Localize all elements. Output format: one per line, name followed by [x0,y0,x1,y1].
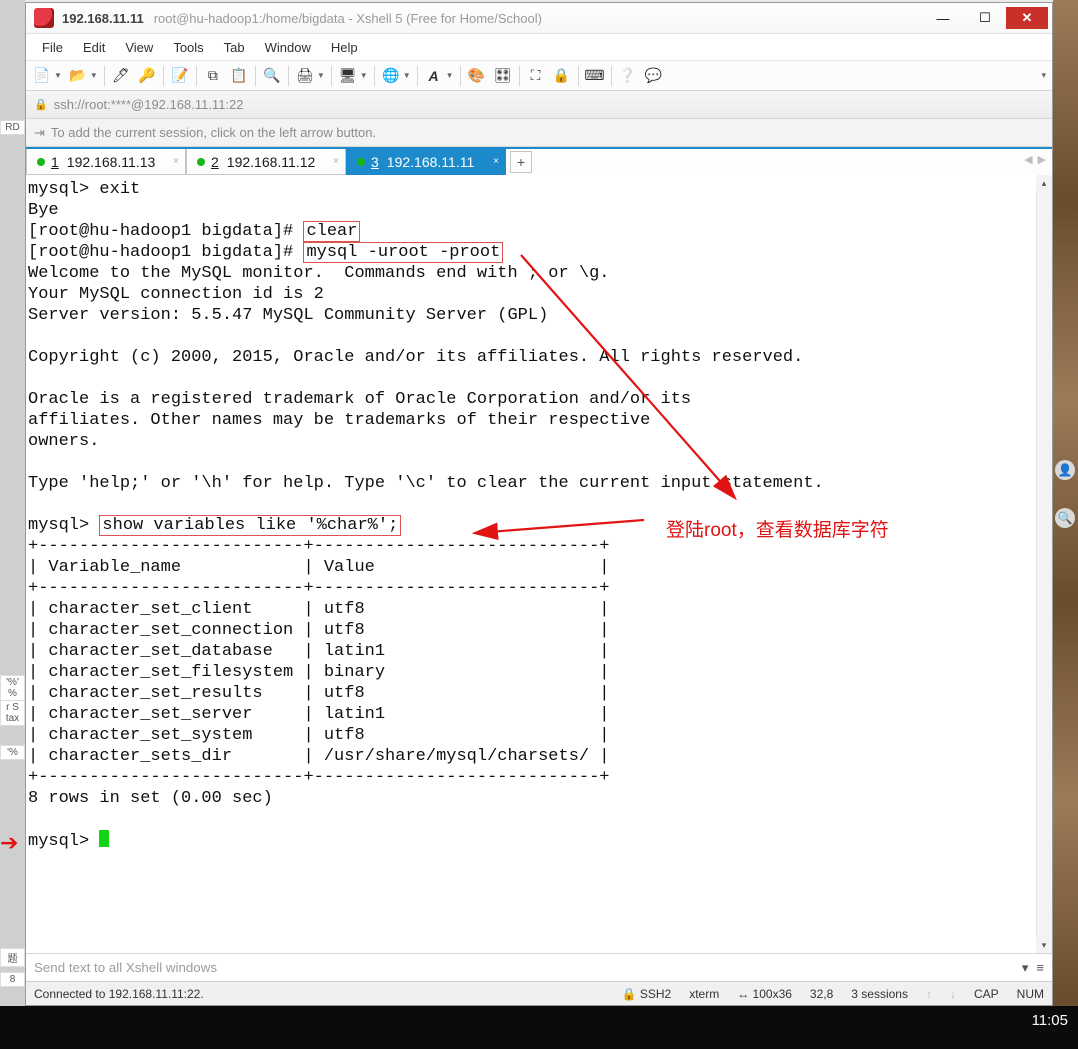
fullscreen-icon[interactable]: ⛶ [526,66,546,86]
hint-text: To add the current session, click on the… [51,125,376,140]
props-icon[interactable]: 🖊 [111,66,131,86]
menu-window[interactable]: Window [255,36,321,59]
compose-dropdown-icon[interactable]: ▾ [1022,960,1029,976]
tab-label: 192.168.11.13 [67,154,156,170]
tab-number: 1 [51,154,59,170]
menu-tools[interactable]: Tools [163,36,213,59]
maximize-button[interactable]: ☐ [964,7,1006,29]
statusbar: Connected to 192.168.11.11:22. 🔒 SSH2 xt… [26,981,1052,1005]
left-desktop-strip: RD '%' % r S tax '% ➔ 题 8 [0,0,25,1049]
scrollbar-down-icon[interactable]: ▾ [1036,937,1052,953]
status-dot-icon [357,158,365,166]
status-dot-icon [197,158,205,166]
session-tab-2[interactable]: 2 192.168.11.12 × [186,149,346,175]
compose-bar: ▾ ≡ [26,953,1052,981]
menu-edit[interactable]: Edit [73,36,115,59]
transfer-icon[interactable]: 🖥 [338,66,358,86]
tab-scroll-right-icon[interactable]: ▶ [1038,153,1046,166]
windows-taskbar[interactable]: 11:05 [0,1006,1078,1049]
tab-number: 3 [371,154,379,170]
status-protocol: SSH2 [640,987,671,1001]
print-icon[interactable]: 🖨 [295,66,315,86]
window-titlebar[interactable]: 192.168.11.11 root@hu-hadoop1:/home/bigd… [26,3,1052,33]
terminal-output: mysql> exit Bye [root@hu-hadoop1 bigdata… [26,175,1052,856]
status-size: 100x36 [753,987,792,1001]
hint-bar: ⇥ To add the current session, click on t… [26,119,1052,147]
menu-tab[interactable]: Tab [214,36,255,59]
find-icon[interactable]: 🔍 [262,66,282,86]
copy-icon[interactable]: ⧉ [203,66,223,86]
search-icon: 🔍 [1055,508,1075,528]
menu-view[interactable]: View [115,36,163,59]
menu-help[interactable]: Help [321,36,368,59]
broadcast-input[interactable] [34,960,1022,975]
help-icon[interactable]: ❔ [618,66,638,86]
frag-c: '% [0,745,25,760]
palette-icon[interactable]: 🎛 [493,66,513,86]
frag-e: 题 [0,948,25,967]
font-icon[interactable]: A [424,66,444,86]
compose-menu-icon[interactable]: ≡ [1036,960,1044,976]
keyboard-icon[interactable]: ⌨ [585,66,605,86]
open-icon[interactable]: 📂 [68,66,88,86]
frag-f: 8 [0,972,25,987]
session-tab-1[interactable]: 1 192.168.11.13 × [26,149,186,175]
chat-icon[interactable]: 💬 [644,66,664,86]
lock-icon[interactable]: 🔒 [552,66,572,86]
tab-close-icon[interactable]: × [333,156,339,167]
toolbar-overflow-icon[interactable]: ▾ [1041,70,1046,81]
address-text: ssh://root:****@192.168.11.11:22 [54,97,244,112]
keygen-icon[interactable]: 🔑 [137,66,157,86]
toolbar: 📄▼ 📂▼ 🖊 🔑 📝 ⧉ 📋 🔍 🖨▼ 🖥▼ 🌐▼ A▼ 🎨 🎛 ⛶ 🔒 ⌨ … [26,61,1052,91]
close-button[interactable]: ✕ [1006,7,1048,29]
window-title-sub: root@hu-hadoop1:/home/bigdata - Xshell 5… [154,11,542,26]
hint-arrow-icon[interactable]: ⇥ [34,125,45,141]
status-dot-icon [37,158,45,166]
globe-icon[interactable]: 🌐 [381,66,401,86]
cursor [99,830,109,847]
frag-a: '%' % [0,675,25,701]
taskbar-clock[interactable]: 11:05 [1032,1012,1068,1029]
status-cursor: 32,8 [810,987,833,1001]
script-icon[interactable]: 📝 [170,66,190,86]
app-logo-icon [34,8,54,28]
avatar-icon: 👤 [1055,460,1075,480]
right-desktop-strip: 👤 🔍 [1053,0,1078,1049]
status-termtype: xterm [689,987,719,1001]
tab-close-icon[interactable]: × [493,156,499,167]
red-arrow-decoration: ➔ [0,830,18,856]
status-num: NUM [1017,987,1044,1001]
status-sessions: 3 sessions [851,987,908,1001]
session-tabstrip: 1 192.168.11.13 × 2 192.168.11.12 × 3 19… [26,147,1052,175]
new-session-icon[interactable]: 📄 [32,66,52,86]
menu-file[interactable]: File [32,36,73,59]
scrollbar-track[interactable] [1036,175,1052,953]
terminal-pane[interactable]: ▴ ▾ mysql> exit Bye [root@hu-hadoop1 big… [26,175,1052,953]
tab-scroll-left-icon[interactable]: ◀ [1024,153,1032,166]
scrollbar-up-icon[interactable]: ▴ [1036,175,1052,191]
session-tab-3[interactable]: 3 192.168.11.11 × [346,149,506,175]
protocol-lock-icon: 🔒 [34,98,48,111]
tab-number: 2 [211,154,219,170]
annotation-text: 登陆root，查看数据库字符 [666,515,889,542]
address-bar[interactable]: 🔒 ssh://root:****@192.168.11.11:22 [26,91,1052,119]
color-icon[interactable]: 🎨 [467,66,487,86]
tab-close-icon[interactable]: × [173,156,179,167]
window-title-main: 192.168.11.11 [62,11,144,26]
tab-label: 192.168.11.11 [387,154,474,170]
xshell-window: 192.168.11.11 root@hu-hadoop1:/home/bigd… [25,2,1053,1006]
add-tab-button[interactable]: + [510,151,532,173]
minimize-button[interactable]: — [922,7,964,29]
status-connected: Connected to 192.168.11.11:22. [34,987,204,1001]
menubar: File Edit View Tools Tab Window Help [26,33,1052,61]
paste-icon[interactable]: 📋 [229,66,249,86]
tab-label: 192.168.11.12 [227,154,316,170]
frag-b: r S tax [0,700,25,726]
frag-rd: RD [0,120,25,135]
status-cap: CAP [974,987,999,1001]
